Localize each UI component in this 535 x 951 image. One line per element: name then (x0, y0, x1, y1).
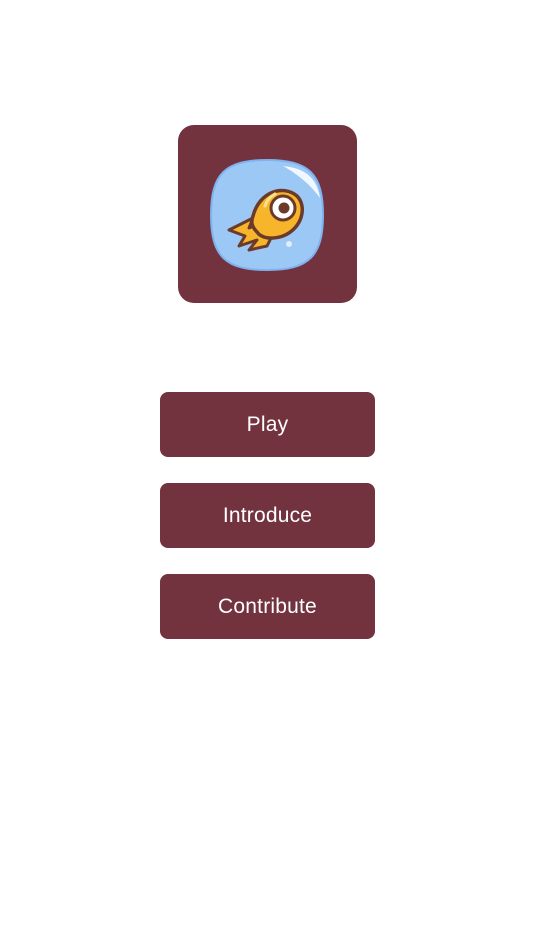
contribute-button[interactable]: Contribute (160, 574, 375, 639)
comet-icon (209, 158, 325, 272)
play-button[interactable]: Play (160, 392, 375, 457)
introduce-button[interactable]: Introduce (160, 483, 375, 548)
app-logo (178, 125, 357, 303)
